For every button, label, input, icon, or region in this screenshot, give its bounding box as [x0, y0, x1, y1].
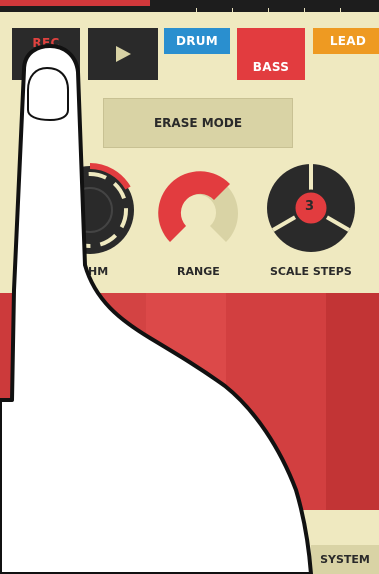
pad-stripe	[96, 293, 146, 510]
top-tick	[268, 8, 269, 12]
rec-label: REC	[32, 36, 60, 50]
pad-stripe	[226, 293, 326, 510]
pad-stripe	[326, 293, 379, 510]
scale-steps-knob-label: SCALE STEPS	[270, 265, 352, 278]
system-label: SYSTEM	[320, 553, 370, 566]
bass-label: BASS	[252, 60, 290, 74]
range-knob-label: RANGE	[177, 265, 220, 278]
top-tick	[232, 8, 233, 12]
lead-label: LEAD	[329, 34, 367, 48]
scale-steps-value: 3	[305, 199, 315, 214]
play-icon	[116, 46, 131, 62]
range-knob[interactable]	[150, 162, 246, 258]
rhythm-knob[interactable]	[40, 160, 140, 260]
drum-label: DRUM	[175, 34, 219, 48]
rec-button[interactable]: REC	[12, 28, 80, 80]
top-tick	[340, 8, 341, 12]
pad-stripe	[146, 293, 226, 510]
bass-button[interactable]: BASS	[237, 28, 305, 80]
drum-button[interactable]: DRUM	[164, 28, 230, 54]
lead-button[interactable]: LEAD	[313, 28, 379, 54]
rhythm-knob-label: HM	[88, 265, 109, 278]
erase-mode-button[interactable]: ERASE MODE	[103, 98, 293, 148]
system-button[interactable]: SYSTEM	[311, 545, 379, 574]
top-tick	[304, 8, 305, 12]
erase-mode-label: ERASE MODE	[153, 116, 243, 130]
top-bar-accent	[0, 0, 150, 6]
play-button[interactable]	[88, 28, 158, 80]
top-tick	[196, 8, 197, 12]
